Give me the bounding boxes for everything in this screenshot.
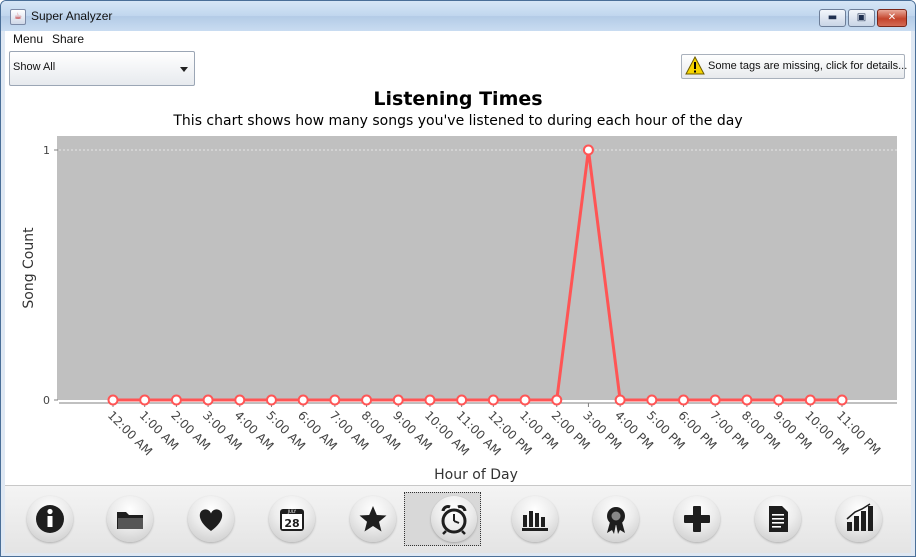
minimize-button[interactable]: ▬ <box>819 9 846 27</box>
maximize-button[interactable]: ▣ <box>848 9 875 27</box>
x-axis-label: Hour of Day <box>434 467 518 483</box>
info-icon <box>36 505 64 533</box>
y-axis-label: Song Count <box>21 227 37 309</box>
title-bar[interactable]: ☕ Super Analyzer ▬ ▣ ✕ <box>1 1 915 31</box>
info-button[interactable] <box>25 494 75 544</box>
award-ribbon-icon <box>607 507 625 534</box>
plot-area <box>59 136 897 400</box>
heart-button[interactable] <box>186 494 236 544</box>
data-point <box>551 394 563 406</box>
data-point <box>329 394 341 406</box>
close-button[interactable]: ✕ <box>877 9 907 27</box>
calendar-button[interactable]: JULY 28 <box>267 494 317 544</box>
heart-icon <box>199 509 223 531</box>
data-point <box>202 394 214 406</box>
plus-button[interactable] <box>672 494 722 544</box>
data-point <box>678 394 690 406</box>
app-window: ☕ Super Analyzer ▬ ▣ ✕ Menu Share Show A… <box>0 0 916 557</box>
bottom-toolbar: JULY 28 <box>5 485 911 553</box>
alarm-clock-icon <box>441 505 467 535</box>
main-content: Show All Some tags are missing, click fo… <box>5 47 911 485</box>
data-point <box>804 394 816 406</box>
document-icon <box>769 506 788 532</box>
award-ribbon-button[interactable] <box>591 494 641 544</box>
menu-item-menu[interactable]: Menu <box>13 32 43 46</box>
bars-chart-icon <box>522 511 548 531</box>
data-point <box>614 394 626 406</box>
data-point <box>456 394 468 406</box>
y-tick-label: 1 <box>43 144 50 157</box>
y-tick-label: 0 <box>43 394 50 407</box>
data-point <box>709 394 721 406</box>
data-point <box>487 394 499 406</box>
listening-times-chart: 01 12:00 AM1:00 AM2:00 AM3:00 AM4:00 AM5… <box>21 136 897 483</box>
window-title: Super Analyzer <box>31 9 113 23</box>
data-point <box>234 394 246 406</box>
data-point <box>392 394 404 406</box>
calendar-icon: JULY 28 <box>280 509 304 531</box>
data-point <box>741 394 753 406</box>
data-point <box>646 394 658 406</box>
menu-bar: Menu Share <box>5 31 911 47</box>
data-point <box>836 394 848 406</box>
star-icon <box>359 506 387 532</box>
data-point <box>265 394 277 406</box>
calendar-month-text: JULY <box>287 509 297 514</box>
bars-chart-button[interactable] <box>510 494 560 544</box>
folder-button[interactable] <box>105 494 155 544</box>
data-point <box>519 394 531 406</box>
plus-icon <box>684 506 710 532</box>
data-point <box>107 394 119 406</box>
data-point <box>582 144 594 156</box>
document-button[interactable] <box>753 494 803 544</box>
alarm-clock-button[interactable] <box>404 492 481 546</box>
data-point <box>424 394 436 406</box>
java-app-icon: ☕ <box>10 9 26 25</box>
calendar-day-text: 28 <box>284 517 299 530</box>
data-point <box>361 394 373 406</box>
folder-icon <box>117 512 143 529</box>
bar-graph-button[interactable] <box>834 494 884 544</box>
data-point <box>139 394 151 406</box>
bar-graph-icon <box>846 503 873 531</box>
data-point <box>170 394 182 406</box>
data-point <box>297 394 309 406</box>
menu-item-share[interactable]: Share <box>52 32 84 46</box>
star-button[interactable] <box>348 494 398 544</box>
data-point <box>773 394 785 406</box>
